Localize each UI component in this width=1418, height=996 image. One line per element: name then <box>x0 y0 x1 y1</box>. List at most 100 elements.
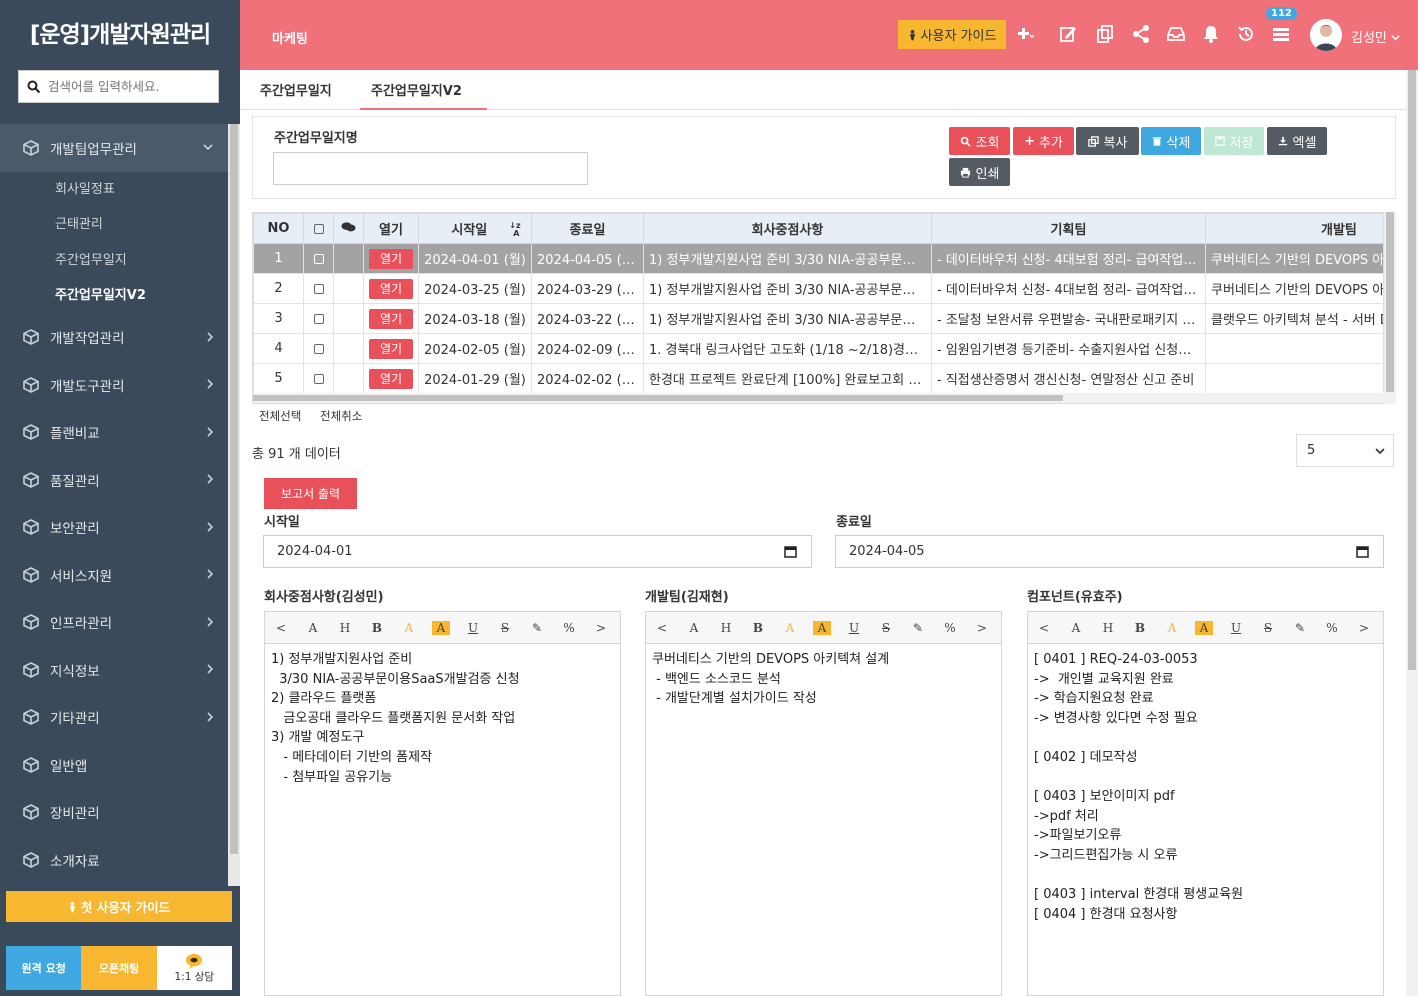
team-name[interactable]: 마케팅 <box>272 28 308 47</box>
checkbox[interactable] <box>313 313 324 324</box>
toolbar-button-9[interactable]: % <box>553 621 585 635</box>
print-button[interactable]: 인쇄 <box>949 158 1010 186</box>
checkbox[interactable] <box>313 343 324 354</box>
toolbar-button-6[interactable]: U <box>457 621 489 635</box>
toolbar-button-4[interactable]: A <box>774 621 806 635</box>
cell-checkbox[interactable] <box>303 273 334 304</box>
sidebar-item-11[interactable]: 장비관리 <box>0 789 228 837</box>
sort-icon[interactable]: ↓z A <box>509 222 520 238</box>
toolbar-button-0[interactable]: < <box>1028 621 1060 635</box>
app-title[interactable]: [운영]개발자원관리 <box>0 0 240 70</box>
inbox-icon[interactable] <box>1166 24 1186 44</box>
toolbar-button-4[interactable]: A <box>393 621 425 635</box>
col-dev-team[interactable]: 개발팀 <box>1205 213 1383 244</box>
sidebar-item-12[interactable]: 소개자료 <box>0 836 228 884</box>
sidebar-sub-company-schedule[interactable]: 회사일정표 <box>0 172 228 208</box>
toolbar-button-10[interactable]: > <box>1348 621 1380 635</box>
start-date-input[interactable]: 2024-04-01 <box>263 535 812 568</box>
sidebar-item-9[interactable]: 기타관리 <box>0 694 228 742</box>
col-open[interactable]: 열기 <box>363 213 419 244</box>
editor-component[interactable]: < A H B A A U S ✎% >[ 0401 ] REQ-24-03-0053 -> 개인… <box>1027 611 1384 996</box>
cell-checkbox[interactable] <box>303 243 334 274</box>
toolbar-button-2[interactable]: H <box>710 621 742 635</box>
toolbar-button-1[interactable]: A <box>1060 621 1092 635</box>
sidebar-item-dev-team[interactable]: 개발팀업무관리 <box>0 124 228 172</box>
toolbar-button-1[interactable]: A <box>297 621 329 635</box>
toolbar-button-5[interactable]: A <box>432 620 450 635</box>
history-icon[interactable] <box>1236 24 1256 44</box>
plus-icon[interactable] <box>1014 24 1034 44</box>
bell-icon[interactable] <box>1201 24 1221 44</box>
cell-checkbox[interactable] <box>303 303 334 334</box>
sidebar-sub-weekly-log-v2[interactable]: 주간업무일지V2 <box>0 278 228 314</box>
share-icon[interactable] <box>1131 24 1151 44</box>
save-button[interactable]: 저장 <box>1204 127 1264 155</box>
checkbox[interactable] <box>313 283 324 294</box>
edit-icon[interactable] <box>1058 24 1078 44</box>
tab-weekly-log[interactable]: 주간업무일지 <box>249 78 343 110</box>
open-button[interactable]: 열기 <box>369 338 413 359</box>
sidebar-item-8[interactable]: 지식정보 <box>0 646 228 694</box>
toolbar-button-10[interactable]: > <box>585 621 617 635</box>
page-size-select[interactable]: 5 <box>1296 434 1394 467</box>
table-row[interactable]: 2 열기 2024-03-25 (월) 2024-03-29 (금) 1) 정부개발지원… <box>253 273 1383 304</box>
user-menu[interactable]: 김성민 <box>1351 27 1400 46</box>
toolbar-button-3[interactable]: B <box>1124 621 1156 635</box>
editor-content[interactable]: [ 0401 ] REQ-24-03-0053 -> 개인별 교육지원 완료 -… <box>1028 644 1383 930</box>
col-comment[interactable] <box>333 213 364 244</box>
sidebar-item-1[interactable]: 개발작업관리 <box>0 314 228 362</box>
toolbar-button-2[interactable]: H <box>329 621 361 635</box>
table-row[interactable]: 4 열기 2024-02-05 (월) 2024-02-09 (금) 1. 경북대 링크… <box>253 333 1383 364</box>
toolbar-button-8[interactable]: ✎ <box>521 621 553 635</box>
excel-button[interactable]: 엑셀 <box>1267 127 1327 155</box>
toolbar-button-3[interactable]: B <box>361 621 393 635</box>
open-button[interactable]: 열기 <box>369 368 413 389</box>
editor-company[interactable]: < A H B A A U S ✎% >1) 정부개발지원사업 준비 3/30 NIA-공공부문이… <box>264 611 621 996</box>
col-end-date[interactable]: 종료일 <box>531 213 644 244</box>
toolbar-button-5[interactable]: A <box>1195 620 1213 635</box>
toolbar-button-5[interactable]: A <box>813 620 831 635</box>
sidebar-item-5[interactable]: 보안관리 <box>0 504 228 552</box>
log-name-input[interactable] <box>273 152 588 185</box>
checkbox[interactable] <box>313 253 324 264</box>
sidebar-scrollbar[interactable] <box>228 124 240 886</box>
toolbar-button-3[interactable]: B <box>742 621 774 635</box>
toolbar-button-0[interactable]: < <box>265 621 297 635</box>
page-vertical-scrollbar[interactable] <box>1406 70 1418 996</box>
toolbar-button-10[interactable]: > <box>966 621 998 635</box>
delete-button[interactable]: 삭제 <box>1141 127 1201 155</box>
editor-content[interactable]: 쿠버네티스 기반의 DEVOPS 아키텍쳐 설계 - 백엔드 소스코드 분석 -… <box>646 644 1001 715</box>
toolbar-button-6[interactable]: U <box>838 621 870 635</box>
sidebar-item-2[interactable]: 개발도구관리 <box>0 361 228 409</box>
report-print-button[interactable]: 보고서 출력 <box>264 478 357 509</box>
query-button[interactable]: 조회 <box>949 127 1010 155</box>
sidebar-item-4[interactable]: 품질관리 <box>0 456 228 504</box>
select-all-link[interactable]: 전체선택 <box>259 408 301 424</box>
col-start-date[interactable]: 시작일 ↓z A <box>418 213 532 244</box>
sidebar-item-3[interactable]: 플랜비교 <box>0 409 228 457</box>
user-guide-button[interactable]: 사용자 가이드 <box>898 20 1006 49</box>
calendar-icon[interactable] <box>1356 545 1369 558</box>
sidebar-sub-weekly-log[interactable]: 주간업무일지 <box>0 243 228 279</box>
sidebar-search[interactable] <box>18 70 219 103</box>
toolbar-button-7[interactable]: S <box>870 621 902 635</box>
table-row[interactable]: 1 열기 2024-04-01 (월) 2024-04-05 (금) 1) 정부개발지원… <box>253 243 1383 274</box>
toolbar-button-7[interactable]: S <box>1252 621 1284 635</box>
list-icon[interactable] <box>1271 24 1291 44</box>
col-planning-team[interactable]: 기획팀 <box>931 213 1206 244</box>
toolbar-button-7[interactable]: S <box>489 621 521 635</box>
copy-icon[interactable] <box>1095 24 1115 44</box>
open-button[interactable]: 열기 <box>369 308 413 329</box>
col-select-all[interactable] <box>303 213 334 244</box>
deselect-all-link[interactable]: 전체취소 <box>320 408 362 424</box>
grid-horizontal-scrollbar[interactable] <box>253 393 1384 403</box>
checkbox[interactable] <box>313 373 324 384</box>
sidebar-item-7[interactable]: 인프라관리 <box>0 599 228 647</box>
cell-checkbox[interactable] <box>303 363 334 394</box>
remote-request-button[interactable]: 원격 요청 <box>6 946 82 990</box>
open-button[interactable]: 열기 <box>369 278 413 299</box>
first-user-guide-button[interactable]: 첫 사용자 가이드 <box>6 891 232 922</box>
calendar-icon[interactable] <box>784 545 797 558</box>
col-company-focus[interactable]: 회사중점사항 <box>643 213 932 244</box>
checkbox[interactable] <box>313 223 324 234</box>
